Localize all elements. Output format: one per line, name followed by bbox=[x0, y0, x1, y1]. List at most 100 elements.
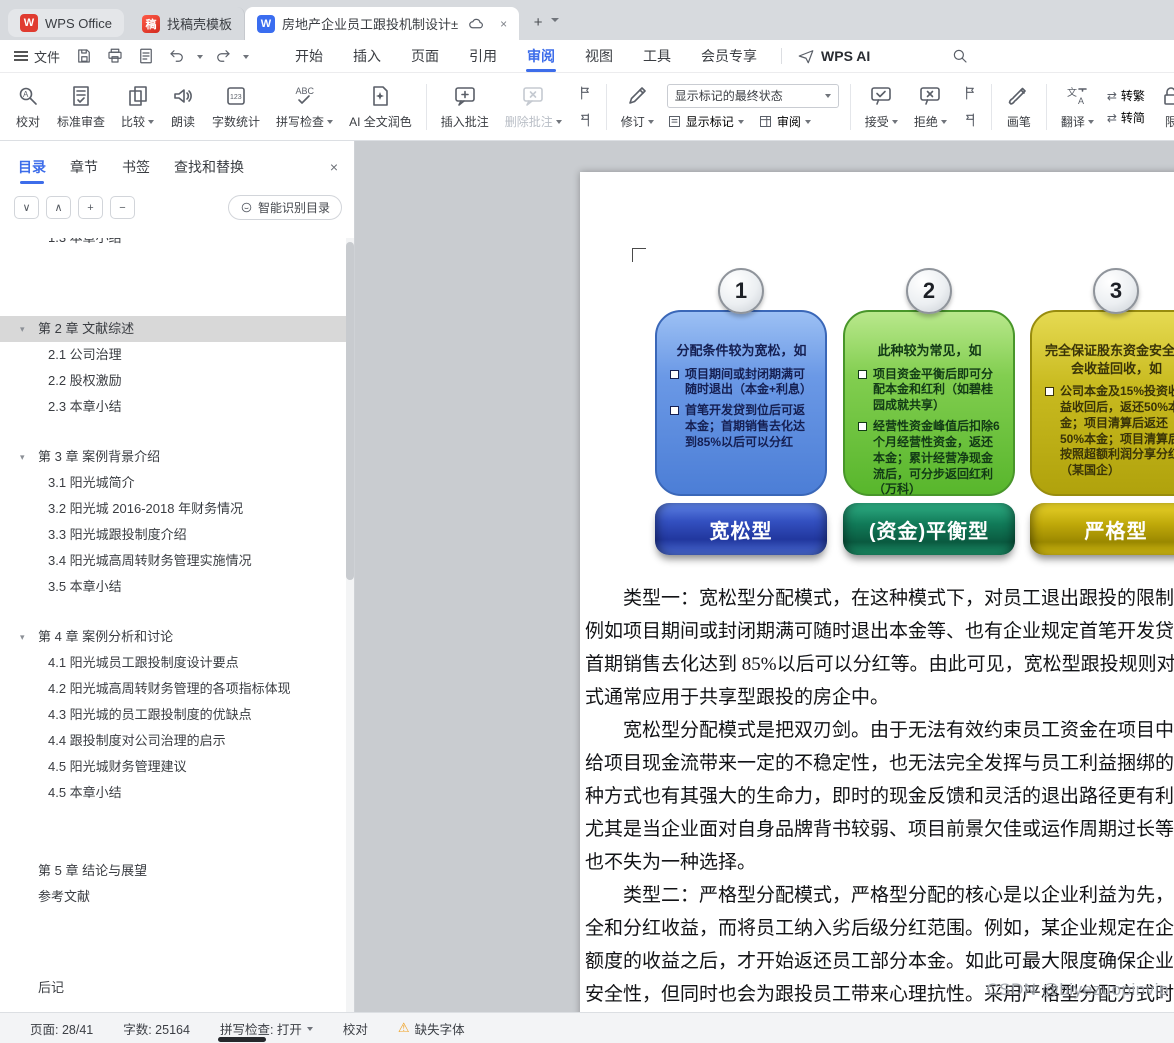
redo-caret-icon[interactable] bbox=[243, 54, 250, 62]
zoom-out-button[interactable]: − bbox=[110, 196, 135, 219]
track-changes-button[interactable]: 修订 bbox=[614, 77, 661, 137]
diagram-bullet: 公司本金及15%投资收益收回后，返还50%本金；项目清算后返还50%本金；项目清… bbox=[1044, 384, 1174, 479]
toc-item-chapter-5[interactable]: 第 5 章 结论与展望 bbox=[0, 858, 346, 884]
diagram-bullet: 首笔开发贷到位后可返本金；首期销售去化达到85%以后可以分红 bbox=[669, 403, 814, 450]
accept-button[interactable]: 接受 bbox=[858, 77, 905, 137]
expand-icon[interactable]: ▾ bbox=[20, 624, 25, 650]
missing-font-warning[interactable]: ⚠ 缺失字体 bbox=[398, 1019, 465, 1038]
toc-sidebar: 目录 章节 书签 查找和替换 × ∨ ∧ + − 智能识别目录 1.3 本章小结… bbox=[0, 141, 355, 1012]
print-preview-button[interactable] bbox=[135, 45, 157, 67]
sidebar-close-icon[interactable]: × bbox=[330, 159, 338, 175]
comment-nav-stack bbox=[573, 82, 597, 131]
tab-insert[interactable]: 插入 bbox=[338, 40, 396, 72]
undo-button[interactable] bbox=[166, 45, 188, 67]
to-traditional-button[interactable]: ⇄ 转繁 bbox=[1107, 87, 1145, 104]
smart-toc-button[interactable]: 智能识别目录 bbox=[227, 195, 342, 220]
banner-strict-type: 严格型 bbox=[1030, 503, 1174, 555]
toc-item[interactable]: 4.2 阳光城高周转财务管理的各项指标体现 bbox=[0, 676, 346, 702]
toc-item-references[interactable]: 参考文献 bbox=[0, 884, 346, 910]
read-aloud-button[interactable]: 朗读 bbox=[163, 77, 203, 137]
proofread-button[interactable]: A 校对 bbox=[8, 77, 48, 137]
expand-icon[interactable]: ▾ bbox=[20, 444, 25, 470]
toc-item-postscript[interactable]: 后记 bbox=[0, 975, 346, 1001]
tab-reference[interactable]: 引用 bbox=[454, 40, 512, 72]
spell-check-status[interactable]: 拼写检查: 打开 bbox=[220, 1019, 313, 1038]
save-button[interactable] bbox=[73, 45, 95, 67]
markup-state-select[interactable]: 显示标记的最终状态 bbox=[666, 83, 839, 108]
new-tab-button[interactable]: + bbox=[525, 9, 551, 35]
next-comment-icon[interactable] bbox=[573, 109, 597, 131]
review-pane-label: 审阅 bbox=[776, 114, 801, 129]
close-tab-icon[interactable]: × bbox=[500, 17, 507, 31]
toc-item[interactable]: 4.5 本章小结 bbox=[0, 780, 346, 806]
toc-item[interactable]: 3.1 阳光城简介 bbox=[0, 470, 346, 496]
toc-item[interactable]: 3.3 阳光城跟投制度介绍 bbox=[0, 522, 346, 548]
sidebar-scrollbar[interactable] bbox=[346, 238, 354, 1012]
sidebar-tab-toc[interactable]: 目录 bbox=[18, 157, 46, 184]
tab-tools[interactable]: 工具 bbox=[628, 40, 686, 72]
toc-item[interactable]: 4.3 阳光城的员工跟投制度的优缺点 bbox=[0, 702, 346, 728]
toc-item[interactable]: 3.5 本章小结 bbox=[0, 574, 346, 600]
redo-button[interactable] bbox=[212, 45, 234, 67]
restrict-edit-button[interactable]: 限 bbox=[1151, 77, 1174, 137]
print-button[interactable] bbox=[104, 45, 126, 67]
tab-list-caret-icon[interactable] bbox=[551, 18, 560, 26]
next-revision-icon[interactable] bbox=[958, 109, 982, 131]
proofread-status[interactable]: 校对 bbox=[343, 1019, 368, 1038]
show-markup-label: 显示标记 bbox=[685, 114, 734, 129]
toc-item[interactable]: 3.2 阳光城 2016-2018 年财务情况 bbox=[0, 496, 346, 522]
toc-item[interactable]: 1.3 本章小结 bbox=[0, 238, 346, 251]
toc-item[interactable]: 4.5 阳光城财务管理建议 bbox=[0, 754, 346, 780]
sidebar-tab-find-replace[interactable]: 查找和替换 bbox=[174, 157, 244, 177]
toc-item[interactable]: 2.2 股权激励 bbox=[0, 368, 346, 394]
ribbon-divider bbox=[605, 83, 607, 130]
tab-page[interactable]: 页面 bbox=[396, 40, 454, 72]
undo-caret-icon[interactable] bbox=[197, 54, 204, 62]
to-simplified-button[interactable]: ⇄ 转简 bbox=[1107, 109, 1145, 126]
previous-comment-icon[interactable] bbox=[573, 82, 597, 104]
previous-revision-icon[interactable] bbox=[958, 82, 982, 104]
tab-member[interactable]: 会员专享 bbox=[686, 40, 772, 72]
show-markup-button[interactable]: 显示标记 bbox=[667, 113, 744, 130]
document-page[interactable]: 1 分配条件较为宽松，如 项目期间或封闭期满可随时退出（本金+利息） 首笔开发贷… bbox=[580, 172, 1174, 1012]
square-bullet-icon bbox=[858, 369, 867, 379]
sidebar-tab-bookmark[interactable]: 书签 bbox=[122, 157, 150, 177]
insert-comment-button[interactable]: 插入批注 bbox=[434, 77, 496, 137]
toc-item[interactable]: 3.4 阳光城高周转财务管理实施情况 bbox=[0, 548, 346, 574]
brush-button[interactable]: 画笔 bbox=[999, 77, 1039, 137]
tab-document[interactable]: W 房地产企业员工跟投机制设计± × bbox=[244, 7, 520, 40]
tab-wps-home[interactable]: W WPS Office bbox=[8, 9, 124, 37]
standard-check-button[interactable]: 标准审查 bbox=[50, 77, 112, 137]
ai-polish-button[interactable]: AI 全文润色 bbox=[342, 77, 419, 137]
sidebar-scrollbar-thumb[interactable] bbox=[346, 242, 354, 580]
toc-item[interactable]: 4.1 阳光城员工跟投制度设计要点 bbox=[0, 650, 346, 676]
ribbon-tabs: 开始 插入 页面 引用 审阅 视图 工具 会员专享 bbox=[280, 40, 772, 72]
tab-start[interactable]: 开始 bbox=[280, 40, 338, 72]
wps-ai-button[interactable]: WPS AI bbox=[797, 47, 870, 65]
translate-button[interactable]: 文A 翻译 bbox=[1054, 77, 1101, 137]
reject-button[interactable]: 拒绝 bbox=[907, 77, 954, 137]
expand-all-button[interactable]: ∧ bbox=[46, 196, 71, 219]
word-count-button[interactable]: 123 字数统计 bbox=[205, 77, 267, 137]
toc-item-chapter-2[interactable]: ▾ 第 2 章 文献综述 bbox=[0, 316, 346, 342]
tab-view[interactable]: 视图 bbox=[570, 40, 628, 72]
zoom-in-button[interactable]: + bbox=[78, 196, 103, 219]
toc-item[interactable]: 2.1 公司治理 bbox=[0, 342, 346, 368]
smart-toc-label: 智能识别目录 bbox=[257, 201, 330, 215]
expand-icon[interactable]: ▾ bbox=[20, 316, 25, 342]
margin-corner-mark bbox=[632, 248, 646, 262]
review-pane-button[interactable]: 审阅 bbox=[758, 113, 811, 130]
spell-check-button[interactable]: ABC 拼写检查 bbox=[269, 77, 340, 137]
toc-item[interactable]: 4.4 跟投制度对公司治理的启示 bbox=[0, 728, 346, 754]
spell-check-status-label: 拼写检查: 打开 bbox=[219, 1022, 302, 1037]
collapse-all-button[interactable]: ∨ bbox=[14, 196, 39, 219]
search-icon[interactable] bbox=[949, 45, 971, 67]
toc-item-chapter-4[interactable]: ▾ 第 4 章 案例分析和讨论 bbox=[0, 624, 346, 650]
compare-button[interactable]: 比较 bbox=[114, 77, 161, 137]
file-menu-button[interactable]: 文件 bbox=[14, 47, 60, 66]
tab-template[interactable]: 稿 找稿壳模板 bbox=[130, 7, 245, 40]
sidebar-tab-chapter[interactable]: 章节 bbox=[70, 157, 98, 177]
toc-item[interactable]: 2.3 本章小结 bbox=[0, 394, 346, 420]
tab-review[interactable]: 审阅 bbox=[512, 40, 570, 72]
toc-item-chapter-3[interactable]: ▾ 第 3 章 案例背景介绍 bbox=[0, 444, 346, 470]
